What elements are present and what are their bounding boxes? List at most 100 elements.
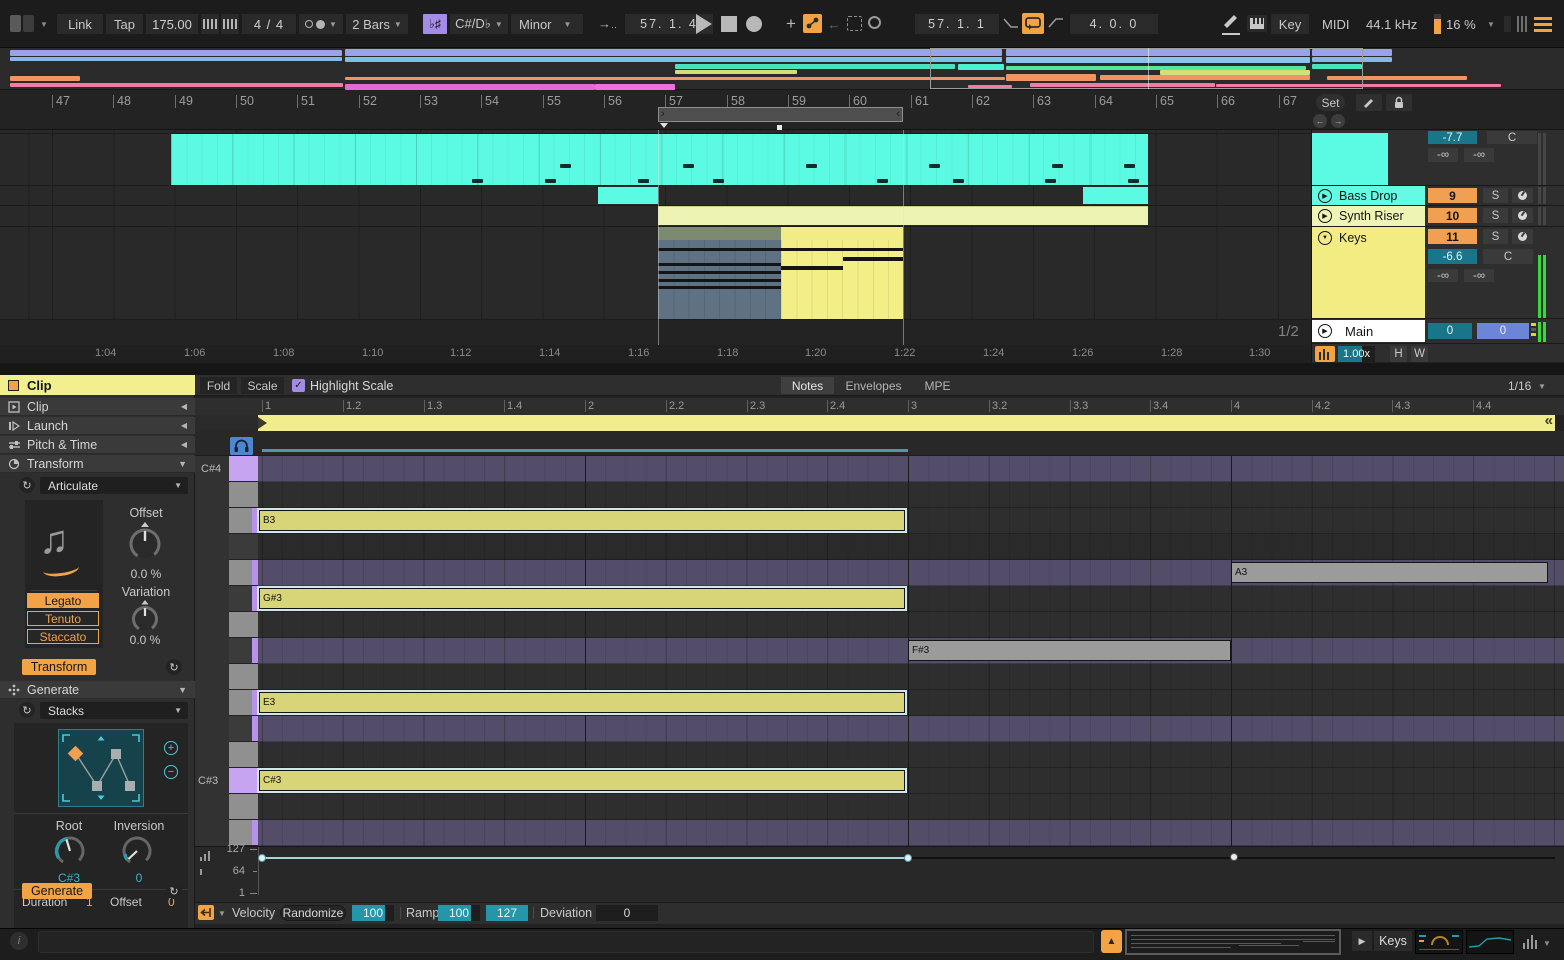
transform-preset-select[interactable]: Articulate ▼	[40, 477, 188, 494]
cpu-caret-icon[interactable]: ▼	[1487, 20, 1495, 29]
midi-note-cs3[interactable]: C#3	[259, 770, 905, 791]
piano-key-d3[interactable]	[229, 742, 258, 768]
hot-swap-button[interactable]: ↻	[19, 477, 35, 493]
computer-midi-keyboard-button[interactable]	[1247, 15, 1267, 32]
track-name[interactable]: Main	[1345, 324, 1373, 339]
track-unfold-icon[interactable]: ▼	[1318, 231, 1332, 245]
piano-key-cs3[interactable]	[229, 768, 258, 794]
meter-caret-icon[interactable]: ▼	[1543, 939, 1551, 948]
session-record-ring-button[interactable]	[868, 16, 881, 29]
staccato-button[interactable]: Staccato	[27, 629, 99, 644]
track-header-bass-drop[interactable]: ▶ Bass Drop	[1311, 186, 1425, 205]
track-number-box[interactable]: 11	[1428, 229, 1477, 244]
grid-setting-value[interactable]: 1/16	[1508, 379, 1531, 393]
track-number-box[interactable]: 9	[1428, 188, 1477, 203]
pitch-row-d3[interactable]	[258, 742, 1564, 768]
track-send-a-field[interactable]: -∞	[1428, 148, 1458, 162]
remove-stack-button[interactable]: −	[164, 765, 178, 779]
randomize-amount-field[interactable]: 100	[352, 905, 394, 921]
piano-key-gs3[interactable]	[229, 586, 258, 612]
lane-collapse-button[interactable]	[198, 905, 214, 920]
fold-button[interactable]: Fold	[200, 377, 237, 394]
add-stack-button[interactable]: +	[164, 741, 178, 755]
loop-button[interactable]	[1022, 13, 1044, 34]
variation-knob[interactable]	[128, 597, 162, 638]
pitch-row-ds3[interactable]	[258, 716, 1564, 742]
pitch-row-cs4[interactable]	[258, 456, 1564, 482]
pitch-row-b2[interactable]	[258, 820, 1564, 846]
velocity-lane[interactable]: 127 64 1	[195, 846, 1564, 902]
clip-color-swatch[interactable]	[8, 380, 19, 391]
preview-play-button[interactable]: ▶	[1352, 931, 1372, 951]
piano-key-as3[interactable]	[229, 534, 258, 560]
panel-section-launch[interactable]: Launch ◀	[0, 417, 195, 435]
piano-key-f3[interactable]	[229, 664, 258, 690]
clip-scrub-area[interactable]	[195, 431, 1564, 456]
clip-loop-bar[interactable]: «	[258, 415, 1555, 431]
punch-in-button[interactable]	[1002, 16, 1020, 32]
ramp-to-field[interactable]: 127	[486, 905, 528, 921]
panel-section-generate[interactable]: Generate ▼	[0, 681, 195, 699]
follow-button[interactable]: →‥	[596, 16, 620, 32]
loop-length-field[interactable]: 4. 0. 0	[1070, 14, 1158, 34]
arrangement-tracks-area[interactable]	[0, 130, 1311, 345]
piano-key-g3[interactable]	[229, 612, 258, 638]
device-thumbnail[interactable]	[1415, 930, 1463, 954]
arrangement-overview[interactable]	[0, 48, 1564, 90]
track-name[interactable]: Keys	[1339, 231, 1367, 245]
key-map-button[interactable]: Key	[1271, 14, 1309, 34]
selected-track-label[interactable]: Keys	[1374, 931, 1412, 951]
play-button[interactable]	[696, 14, 712, 34]
tab-notes[interactable]: Notes	[781, 377, 834, 394]
midi-note-gs3[interactable]: G#3	[259, 588, 905, 609]
track-send-b-field[interactable]: -∞	[1464, 269, 1494, 282]
generate-preset-select[interactable]: Stacks ▼	[40, 702, 188, 719]
clip-tab-header[interactable]: Clip	[0, 375, 195, 395]
pitch-row-as3[interactable]	[258, 534, 1564, 560]
beat-time-ruler[interactable]: 47 48 49 50 51 52 53 54 55 56 57 58 59 6…	[0, 90, 1564, 130]
metronome-button[interactable]: ▼	[299, 14, 343, 34]
piano-key-b3[interactable]	[229, 508, 258, 534]
loop-boundary-line[interactable]	[658, 130, 659, 345]
scroll-right-button[interactable]: →	[1331, 114, 1345, 128]
height-button[interactable]: H	[1390, 346, 1407, 362]
velocity-marker[interactable]	[1230, 853, 1238, 861]
cpu-load-value[interactable]: 16 %	[1446, 17, 1476, 32]
window-controls-icon[interactable]	[10, 15, 36, 32]
midi-note-a3[interactable]: A3	[1231, 562, 1548, 583]
root-knob[interactable]	[52, 833, 88, 872]
track-header-keys[interactable]: ▼ Keys	[1311, 227, 1425, 318]
collapse-left-icon[interactable]: ◀	[181, 440, 187, 449]
grid-caret-icon[interactable]: ▼	[1538, 382, 1546, 391]
piano-key-cs4[interactable]	[229, 456, 258, 482]
track-number-box[interactable]: 10	[1428, 208, 1477, 223]
info-icon[interactable]: i	[10, 932, 28, 950]
tap-tempo-button[interactable]: Tap	[106, 14, 143, 34]
generate-refresh-button[interactable]: ↻	[166, 883, 182, 899]
inversion-knob[interactable]	[119, 833, 155, 872]
stacks-visualization[interactable]	[58, 729, 144, 807]
track-name[interactable]: Bass Drop	[1339, 189, 1397, 203]
track-name[interactable]: Synth Riser	[1339, 209, 1404, 223]
arrangement-clip-keys[interactable]	[658, 226, 903, 319]
solo-button[interactable]: S	[1483, 229, 1508, 244]
arrangement-clip-bassdrop[interactable]	[1083, 187, 1148, 204]
scale-fold-button[interactable]: Scale	[241, 377, 284, 394]
device-panel-toggle-button[interactable]: ▲	[1101, 930, 1122, 953]
track-header-main[interactable]: ▶ Main	[1311, 320, 1425, 342]
expand-down-icon[interactable]: ▼	[178, 685, 187, 695]
clip-ruler[interactable]: 1 1.2 1.3 1.4 2 2.2 2.3 2.4 3 3.2 3.3 3.…	[195, 398, 1564, 415]
transform-refresh-button[interactable]: ↻	[166, 659, 182, 675]
track-volume-field[interactable]: -6.6	[1428, 249, 1477, 264]
draw-automation-button[interactable]	[1356, 94, 1382, 111]
track-pan-field[interactable]: C	[1487, 131, 1537, 144]
loop-end-marker-icon[interactable]: «	[1545, 412, 1553, 429]
offset-value[interactable]: 0.0 %	[118, 567, 174, 581]
track-pan-field[interactable]: C	[1483, 249, 1533, 264]
expand-down-icon[interactable]: ▼	[178, 459, 187, 469]
transform-apply-button[interactable]: Transform	[22, 659, 96, 675]
collapse-left-icon[interactable]: ◀	[181, 402, 187, 411]
track-fold-icon[interactable]: ▶	[1318, 324, 1332, 338]
scale-name-menu[interactable]: Minor ▼	[511, 14, 583, 34]
tab-mpe[interactable]: MPE	[913, 377, 962, 394]
